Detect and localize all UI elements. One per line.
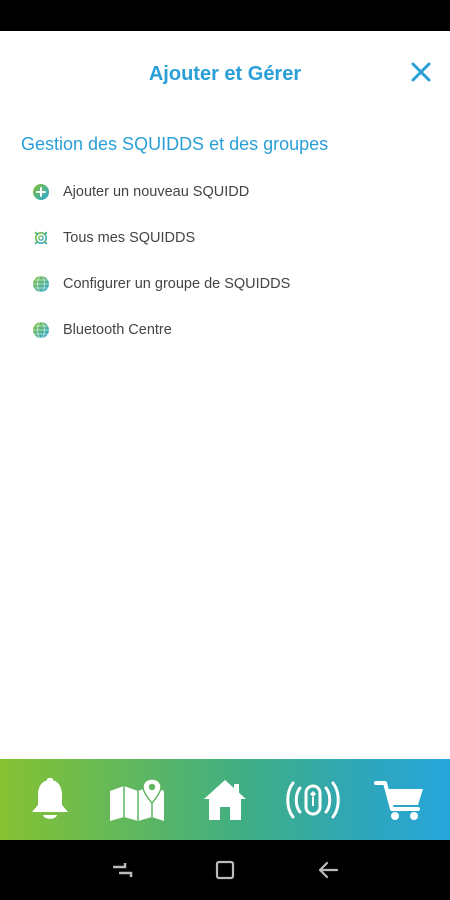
nav-notifications-button[interactable] (20, 770, 80, 830)
menu-item-bluetooth-centre[interactable]: Bluetooth Centre (32, 315, 172, 345)
map-icon (110, 777, 165, 821)
section-title: Gestion des SQUIDDS et des groupes (21, 134, 329, 154)
close-icon (411, 62, 431, 82)
home-square-icon (215, 860, 235, 880)
recents-icon (112, 863, 132, 877)
menu-item-add-squidd[interactable]: Ajouter un nouveau SQUIDD (32, 177, 249, 207)
system-home-button[interactable] (205, 850, 245, 890)
nav-map-button[interactable] (107, 770, 167, 830)
menu-item-configure-group[interactable]: Configurer un groupe de SQUIDDS (32, 269, 290, 299)
menu-item-all-squidds[interactable]: Tous mes SQUIDDS (32, 223, 195, 253)
gear-icon (32, 229, 50, 247)
menu-item-label: Configurer un groupe de SQUIDDS (63, 276, 291, 292)
nav-home-button[interactable] (195, 770, 255, 830)
globe-icon (32, 321, 50, 339)
bell-icon (31, 777, 68, 819)
home-icon (203, 779, 246, 820)
back-arrow-icon (319, 861, 339, 879)
plus-circle-icon (32, 183, 50, 201)
status-bar (0, 0, 450, 31)
recents-button[interactable] (102, 850, 142, 890)
page-title: Ajouter et Gérer (148, 63, 302, 85)
menu-item-label: Ajouter un nouveau SQUIDD (63, 184, 250, 200)
cart-icon (374, 780, 424, 820)
add-manage-screen: Ajouter et Gérer Gestion des SQUIDDS et … (0, 31, 450, 759)
bottom-navigation (0, 759, 450, 840)
globe-icon (32, 275, 50, 293)
nav-cart-button[interactable] (370, 770, 430, 830)
menu-item-label: Bluetooth Centre (63, 322, 172, 338)
system-navigation-bar (0, 840, 450, 900)
squidd-device-icon (285, 781, 340, 818)
back-button[interactable] (308, 850, 348, 890)
close-button[interactable] (408, 59, 434, 85)
nav-squidd-device-button[interactable] (283, 770, 343, 830)
menu-item-label: Tous mes SQUIDDS (63, 230, 196, 246)
